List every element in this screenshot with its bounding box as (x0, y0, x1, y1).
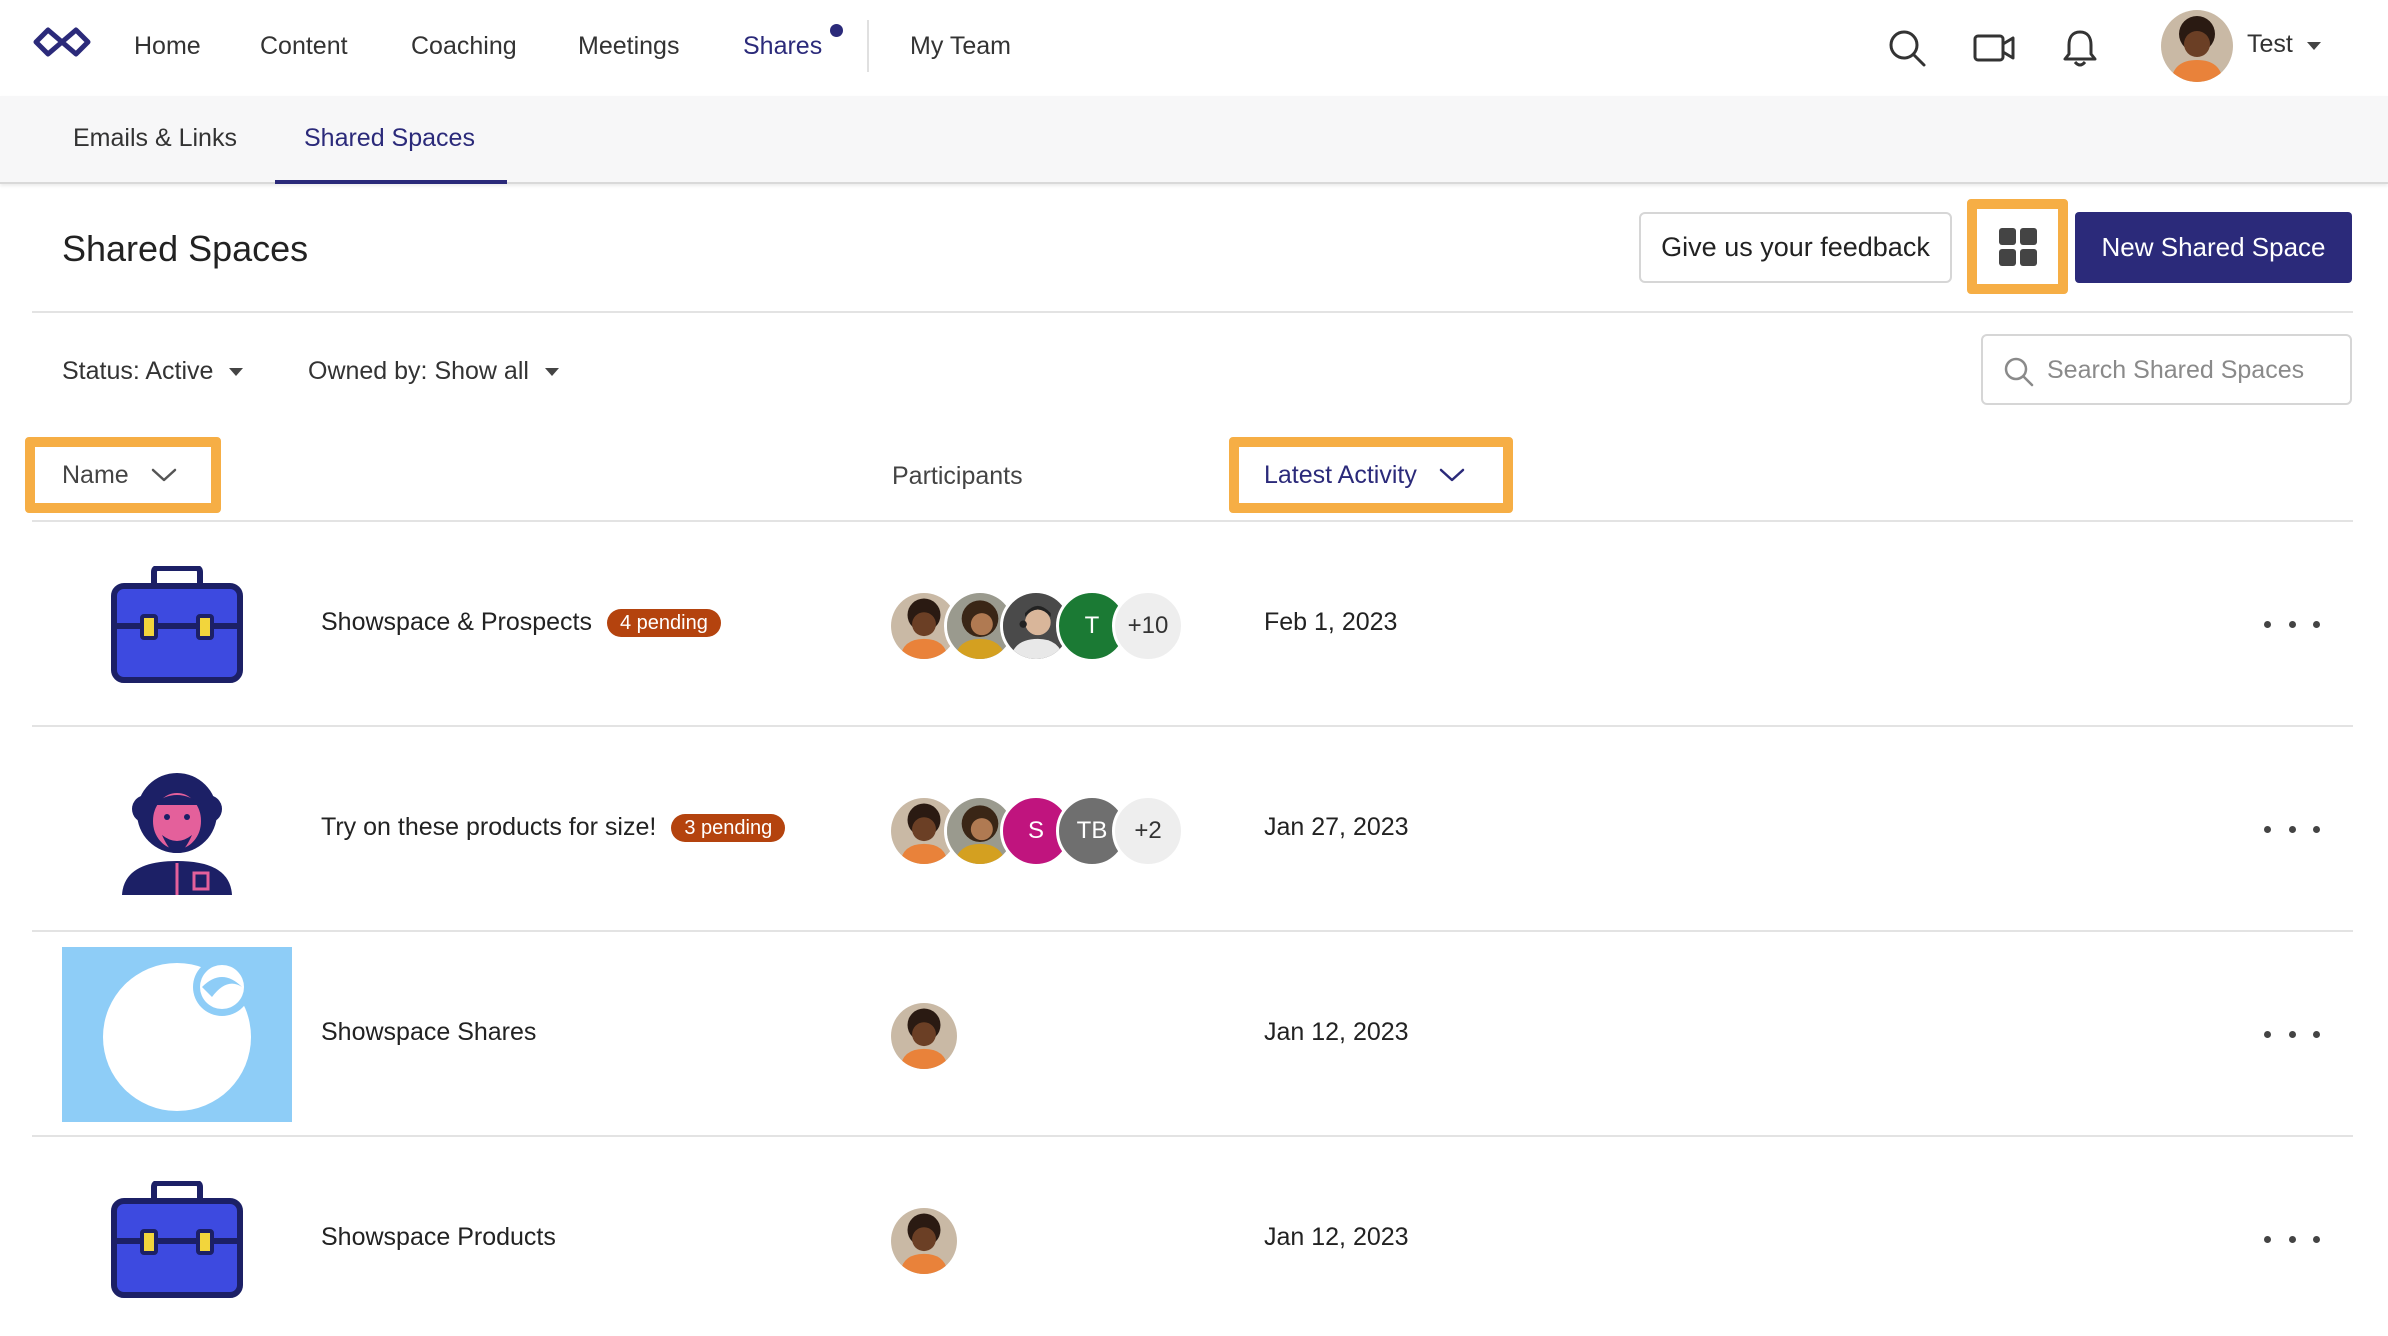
more-options-icon[interactable] (2264, 1016, 2320, 1052)
bell-icon[interactable] (2056, 24, 2104, 72)
owner-filter-dropdown[interactable]: Owned by: Show all (308, 357, 559, 386)
shared-space-name: Try on these products for size! (321, 813, 657, 841)
latest-activity-date: Jan 12, 2023 (1264, 1223, 1409, 1251)
caret-down-icon (229, 368, 244, 377)
caret-down-icon (544, 368, 559, 377)
row-name[interactable]: Showspace Shares (321, 1018, 536, 1047)
column-header-participants: Participants (892, 462, 1023, 491)
top-navigation: Home Content Coaching Meetings Shares My… (0, 0, 2388, 96)
row-name[interactable]: Showspace Products (321, 1223, 556, 1252)
table-row[interactable]: Try on these products for size! 3 pendin… (32, 727, 2353, 932)
row-thumbnail (62, 742, 292, 917)
nav-home[interactable]: Home (134, 30, 201, 62)
pending-badge: 3 pending (671, 813, 786, 842)
sub-navigation: Emails & Links Shared Spaces (0, 96, 2388, 184)
video-camera-icon[interactable] (1970, 24, 2018, 72)
nav-coaching[interactable]: Coaching (411, 30, 517, 62)
row-thumbnail (62, 947, 292, 1122)
latest-activity-date: Jan 12, 2023 (1264, 1018, 1409, 1046)
tab-shared-spaces[interactable]: Shared Spaces (304, 124, 475, 153)
participant-initials: TB (1076, 817, 1108, 844)
more-options-icon[interactable] (2264, 606, 2320, 642)
participant-list[interactable]: T +10 (888, 590, 1184, 662)
user-avatar[interactable] (2161, 10, 2233, 82)
shared-space-name: Showspace Shares (321, 1018, 537, 1046)
briefcase-icon (111, 1180, 243, 1298)
row-thumbnail (62, 1152, 292, 1327)
table-row[interactable]: Showspace Products Jan 12, 2023 (32, 1137, 2353, 1336)
more-options-icon[interactable] (2264, 811, 2320, 847)
column-header-name: Name (62, 460, 129, 489)
table-row[interactable]: Showspace & Prospects 4 pending T +10 Fe… (32, 522, 2353, 727)
nav-my-team[interactable]: My Team (910, 30, 1011, 62)
participant-list[interactable]: S TB +2 (888, 795, 1184, 867)
circle-image-icon (103, 958, 251, 1111)
status-filter-label: Status: Active (62, 357, 214, 385)
nav-meetings[interactable]: Meetings (578, 30, 679, 62)
more-participants-label: +10 (1127, 612, 1169, 639)
latest-activity-date: Feb 1, 2023 (1264, 608, 1398, 636)
search-icon[interactable] (1883, 24, 1931, 72)
tab-emails-links[interactable]: Emails & Links (73, 124, 237, 153)
participant-list[interactable] (888, 1205, 960, 1277)
row-thumbnail (62, 537, 292, 712)
person-illustration-icon (122, 772, 232, 895)
column-header-participants-label: Participants (892, 462, 1023, 490)
status-filter-dropdown[interactable]: Status: Active (62, 357, 244, 386)
participant-avatar (888, 1205, 960, 1277)
row-name[interactable]: Showspace & Prospects 4 pending (321, 608, 721, 637)
search-input[interactable] (2047, 350, 2337, 390)
participant-initials: S (1027, 817, 1044, 844)
latest-activity-date: Jan 27, 2023 (1264, 813, 1409, 841)
participant-list[interactable] (888, 1000, 960, 1072)
new-shared-space-button[interactable]: New Shared Space (2075, 212, 2352, 283)
more-participants-label: +2 (1134, 817, 1162, 844)
chevron-down-icon (1439, 468, 1465, 482)
nav-divider (867, 20, 869, 72)
nav-content[interactable]: Content (260, 30, 348, 62)
grid-view-button[interactable] (1967, 199, 2068, 294)
search-icon (2004, 357, 2034, 387)
table-row[interactable]: Showspace Shares Jan 12, 2023 (32, 932, 2353, 1137)
divider (32, 311, 2353, 313)
sort-by-name-button[interactable]: Name (25, 437, 221, 513)
pending-badge: 4 pending (606, 608, 721, 637)
grid-view-icon (1998, 227, 2037, 266)
caret-down-icon[interactable] (2307, 42, 2321, 50)
more-participants-count[interactable]: +2 (1112, 795, 1184, 867)
user-name[interactable]: Test (2247, 30, 2293, 59)
participant-avatar (888, 1000, 960, 1072)
owner-filter-label: Owned by: Show all (308, 357, 529, 385)
notification-dot (830, 24, 843, 37)
search-box (1981, 334, 2352, 405)
logo-icon[interactable] (30, 22, 94, 62)
column-header-latest-activity: Latest Activity (1264, 460, 1417, 489)
page-title: Shared Spaces (62, 228, 309, 269)
chevron-down-icon (151, 468, 176, 482)
shared-space-name: Showspace Products (321, 1223, 556, 1251)
sort-by-latest-activity-button[interactable]: Latest Activity (1229, 437, 1513, 513)
briefcase-icon (111, 565, 243, 683)
nav-shares[interactable]: Shares (743, 30, 822, 62)
feedback-button[interactable]: Give us your feedback (1639, 212, 1952, 283)
participant-initials: T (1084, 612, 1100, 639)
more-participants-count[interactable]: +10 (1112, 590, 1184, 662)
row-name[interactable]: Try on these products for size! 3 pendin… (321, 813, 786, 842)
more-options-icon[interactable] (2264, 1221, 2320, 1257)
active-tab-indicator (275, 180, 507, 184)
shared-space-name: Showspace & Prospects (321, 608, 592, 636)
